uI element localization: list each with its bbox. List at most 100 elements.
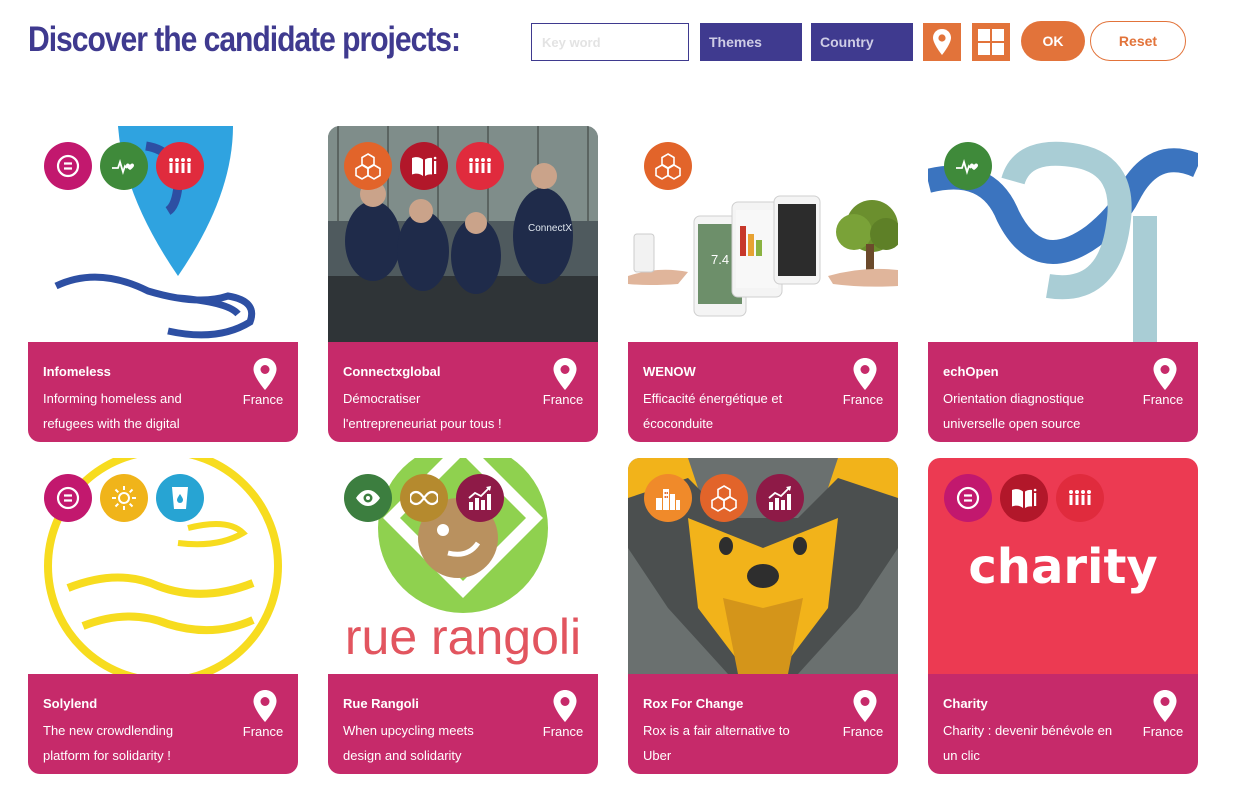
project-country: France: [1142, 392, 1184, 407]
themes-select-label: Themes: [709, 34, 762, 50]
equality-badge: [944, 474, 992, 522]
project-country: France: [842, 724, 884, 739]
project-description: Efficacité énergétique et écoconduite: [643, 391, 783, 431]
project-name: echOpen: [943, 364, 999, 379]
sun-icon: [110, 484, 138, 512]
rangoli-logo-text: rue rangoli: [345, 609, 581, 665]
cubes-badge: [344, 142, 392, 190]
grid-icon: [978, 29, 1004, 55]
card-footer: WENOW Efficacité énergétique et écocondu…: [628, 342, 898, 442]
cubes-icon: [354, 152, 382, 180]
city-icon: [654, 484, 682, 512]
theme-badges: [944, 474, 1104, 522]
people-badge: [156, 142, 204, 190]
infinity-badge: [400, 474, 448, 522]
page-title: Discover the candidate projects:: [28, 20, 461, 59]
sun-badge: [100, 474, 148, 522]
project-country: France: [542, 724, 584, 739]
cubes-badge: [644, 142, 692, 190]
location-pin-icon: [853, 358, 877, 390]
country-select[interactable]: Country: [811, 23, 913, 61]
card-footer: Connectxglobal Démocratiser l'entreprene…: [328, 342, 598, 442]
project-card-rox-for-change[interactable]: Rox For Change Rox is a fair alternative…: [628, 458, 898, 774]
themes-select[interactable]: Themes: [700, 23, 802, 61]
theme-badges: [44, 474, 204, 522]
project-description: The new crowdlending platform for solida…: [43, 723, 174, 763]
project-card-rue-rangoli[interactable]: rue rangoli Rue Rangoli When upcycling m…: [328, 458, 598, 774]
cubes-icon: [710, 484, 738, 512]
health-badge: [944, 142, 992, 190]
location-pin-icon: [553, 358, 577, 390]
city-badge: [644, 474, 692, 522]
location-pin-icon: [553, 690, 577, 722]
education-badge: [1000, 474, 1048, 522]
card-footer: Infomeless Informing homeless and refuge…: [28, 342, 298, 442]
cubes-badge: [700, 474, 748, 522]
people-badge: [456, 142, 504, 190]
equality-icon: [54, 152, 82, 180]
eye-icon: [354, 484, 382, 512]
charity-logo-text: charity: [968, 539, 1157, 595]
project-card-infomeless[interactable]: Infomeless Informing homeless and refuge…: [28, 126, 298, 442]
project-card-wenow[interactable]: 7.4 WENOW Efficacité énergétique et écoc…: [628, 126, 898, 442]
growth-badge: [756, 474, 804, 522]
project-description: Informing homeless and refugees with the…: [43, 391, 182, 431]
project-name: Connectxglobal: [343, 364, 441, 379]
health-icon: [110, 152, 138, 180]
equality-icon: [54, 484, 82, 512]
grid-view-button[interactable]: [972, 23, 1010, 61]
health-icon: [954, 152, 982, 180]
equality-badge: [44, 142, 92, 190]
eye-badge: [344, 474, 392, 522]
project-country: France: [842, 392, 884, 407]
theme-badges: [944, 142, 992, 190]
education-badge: [400, 142, 448, 190]
map-pin-icon: [933, 29, 951, 55]
education-icon: [1010, 484, 1038, 512]
project-name: Charity: [943, 696, 988, 711]
project-card-charity[interactable]: charity Charity Charity : devenir bénévo…: [928, 458, 1198, 774]
water-icon: [166, 484, 194, 512]
project-country: France: [1142, 724, 1184, 739]
reset-button[interactable]: Reset: [1090, 21, 1186, 61]
infinity-icon: [410, 484, 438, 512]
growth-badge: [456, 474, 504, 522]
project-description: Rox is a fair alternative to Uber: [643, 723, 790, 763]
card-footer: echOpen Orientation diagnostique univers…: [928, 342, 1198, 442]
connectx-shirt-text: ConnectX: [528, 223, 572, 234]
project-name: Infomeless: [43, 364, 111, 379]
project-name: Solylend: [43, 696, 98, 711]
project-country: France: [542, 392, 584, 407]
location-pin-icon: [1153, 358, 1177, 390]
people-icon: [166, 152, 194, 180]
equality-icon: [954, 484, 982, 512]
theme-badges: [344, 474, 504, 522]
project-name: WENOW: [643, 364, 696, 379]
wenow-screen-value: 7.4: [711, 252, 729, 267]
project-name: Rox For Change: [643, 696, 744, 711]
project-card-echopen[interactable]: echOpen Orientation diagnostique univers…: [928, 126, 1198, 442]
card-footer: Solylend The new crowdlending platform f…: [28, 674, 298, 774]
location-pin-icon: [1153, 690, 1177, 722]
education-icon: [410, 152, 438, 180]
project-description: Charity : devenir bénévole en un clic: [943, 723, 1113, 763]
map-view-button[interactable]: [923, 23, 961, 61]
project-card-connectxglobal[interactable]: ConnectX Connectxglobal Démocratiser l'e…: [328, 126, 598, 442]
keyword-input[interactable]: [531, 23, 689, 61]
theme-badges: [644, 474, 804, 522]
theme-badges: [44, 142, 204, 190]
ok-button[interactable]: OK: [1021, 21, 1085, 61]
growth-icon: [466, 484, 494, 512]
project-description: Démocratiser l'entrepreneuriat pour tous…: [343, 391, 502, 431]
growth-icon: [766, 484, 794, 512]
health-badge: [100, 142, 148, 190]
theme-badges: [344, 142, 504, 190]
project-country: France: [242, 724, 284, 739]
card-footer: Rox For Change Rox is a fair alternative…: [628, 674, 898, 774]
country-select-label: Country: [820, 34, 874, 50]
theme-badges: [644, 142, 692, 190]
card-footer: Charity Charity : devenir bénévole en un…: [928, 674, 1198, 774]
equality-badge: [44, 474, 92, 522]
project-card-solylend[interactable]: Solylend The new crowdlending platform f…: [28, 458, 298, 774]
project-description: Orientation diagnostique universelle ope…: [943, 391, 1084, 431]
